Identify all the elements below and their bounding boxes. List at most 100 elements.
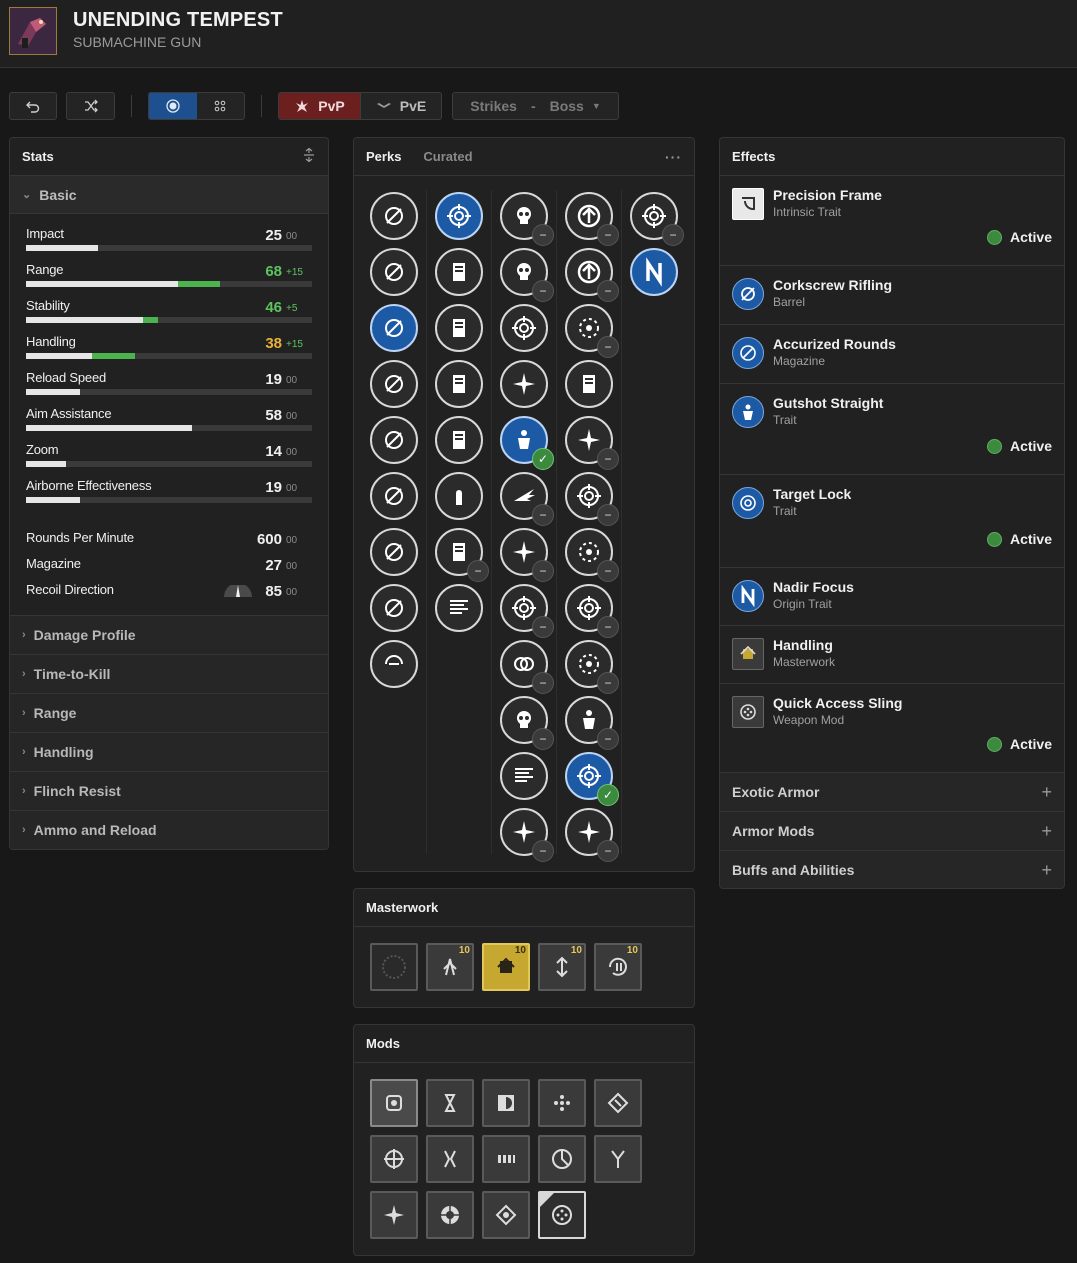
stat-sections: › Damage Profile › Time-to-Kill › Range › Handl… <box>10 615 328 849</box>
activity-dropdown[interactable]: Strikes - Boss ▼ <box>452 92 619 120</box>
stat-section-flinch-resist[interactable]: › Flinch Resist <box>10 771 328 810</box>
perk-option[interactable] <box>500 304 548 352</box>
effect-row-corkscrew-rifling: Corkscrew Rifling Barrel <box>720 265 1064 324</box>
perk-option[interactable] <box>565 360 613 408</box>
mod-slot[interactable] <box>482 1079 530 1127</box>
stat-section-damage-profile[interactable]: › Damage Profile <box>10 615 328 654</box>
view-grid-button[interactable] <box>197 93 244 119</box>
mod-slot[interactable] <box>482 1191 530 1239</box>
tab-curated[interactable]: Curated <box>423 149 472 164</box>
perks-panel: Perks Curated ··· − − − ✓ − − − − − − − − − − − − − − − ✓ − − <box>353 137 695 872</box>
stat-value: 14 <box>265 443 282 460</box>
mod-slot[interactable] <box>538 1135 586 1183</box>
mod-slot[interactable] <box>594 1135 642 1183</box>
perk-option[interactable] <box>370 584 418 632</box>
perk-option[interactable] <box>435 248 483 296</box>
pvp-button[interactable]: PvP <box>279 93 361 119</box>
mag-effect-icon <box>732 337 764 369</box>
perk-option[interactable] <box>370 416 418 464</box>
perk-option[interactable] <box>370 472 418 520</box>
masterwork-reload[interactable]: 10 <box>594 943 642 991</box>
perk-option[interactable] <box>630 248 678 296</box>
stat-section-ammo-and-reload[interactable]: › Ammo and Reload <box>10 810 328 849</box>
active-toggle[interactable]: Active <box>986 229 1052 245</box>
expander-buffs-and-abilities[interactable]: Buffs and Abilities + <box>720 850 1064 888</box>
perk-option[interactable] <box>435 304 483 352</box>
effect-type: Magazine <box>773 354 826 368</box>
perk-option[interactable] <box>370 360 418 408</box>
effect-name: Handling <box>773 637 833 653</box>
status-dot-icon <box>986 229 1002 245</box>
active-toggle[interactable]: Active <box>986 531 1052 547</box>
perk-option[interactable] <box>435 472 483 520</box>
expander-label: Armor Mods <box>732 823 815 839</box>
tier-label: 10 <box>514 945 526 956</box>
mod-slot[interactable] <box>426 1079 474 1127</box>
mod-slot[interactable] <box>426 1191 474 1239</box>
effect-name: Precision Frame <box>773 187 882 203</box>
minus-badge: − <box>597 672 619 694</box>
mod-slot[interactable] <box>538 1191 586 1239</box>
stability-masterwork-icon <box>556 956 568 978</box>
shuffle-icon <box>84 99 98 113</box>
mod-slot[interactable] <box>370 1079 418 1127</box>
perk-option[interactable] <box>435 360 483 408</box>
mod-slot[interactable] <box>482 1135 530 1183</box>
minus-badge: − <box>532 728 554 750</box>
expander-armor-mods[interactable]: Armor Mods + <box>720 811 1064 850</box>
mod-slot[interactable] <box>370 1135 418 1183</box>
perk-option[interactable] <box>500 752 548 800</box>
active-label: Active <box>1009 438 1052 454</box>
stat-value: 600 <box>256 531 282 548</box>
perk-option[interactable] <box>370 640 418 688</box>
stat-name: Handling <box>26 334 76 349</box>
mod-slot[interactable] <box>594 1079 642 1127</box>
stat-row: Handling 38 +15 <box>26 334 314 364</box>
expander-exotic-armor[interactable]: Exotic Armor + <box>720 772 1064 811</box>
stat-name: Reload Speed <box>26 370 106 385</box>
basic-section-toggle[interactable]: ⌄ Basic <box>10 176 328 214</box>
pve-button[interactable]: PvE <box>361 93 441 119</box>
mod-slot[interactable] <box>370 1191 418 1239</box>
effect-name: Nadir Focus <box>773 579 854 595</box>
randomize-button[interactable] <box>66 92 115 120</box>
sort-icon[interactable] <box>302 147 316 165</box>
bullet-perk-icon <box>456 490 462 505</box>
perk-option[interactable] <box>370 528 418 576</box>
more-options-icon[interactable]: ··· <box>665 149 682 165</box>
section-label: Flinch Resist <box>33 783 121 799</box>
stat-name: Airborne Effectiveness <box>26 478 152 493</box>
perk-option[interactable] <box>370 248 418 296</box>
masterwork-range[interactable]: 10 <box>426 943 474 991</box>
difficulty-label: Boss <box>549 98 584 114</box>
masterwork-empty[interactable] <box>370 943 418 991</box>
masterwork-handling[interactable]: 10 <box>482 943 530 991</box>
stat-section-range[interactable]: › Range <box>10 693 328 732</box>
perk-option[interactable] <box>435 584 483 632</box>
mod-slot[interactable] <box>426 1135 474 1183</box>
tab-perks[interactable]: Perks <box>366 149 401 164</box>
view-toggle <box>148 92 245 120</box>
mag-perk-icon <box>583 375 595 393</box>
effect-row-target-lock: Target Lock Trait Active <box>720 474 1064 567</box>
mod-slot[interactable] <box>538 1079 586 1127</box>
toolbar-divider <box>131 95 132 117</box>
stat-section-time-to-kill[interactable]: › Time-to-Kill <box>10 654 328 693</box>
mods-header: Mods <box>354 1025 694 1063</box>
active-toggle[interactable]: Active <box>986 438 1052 454</box>
perk-option[interactable] <box>435 192 483 240</box>
activity-separator: - <box>530 98 536 114</box>
expander-label: Exotic Armor <box>732 784 820 800</box>
perk-option[interactable] <box>370 304 418 352</box>
perk-option[interactable] <box>435 416 483 464</box>
perk-option[interactable] <box>370 192 418 240</box>
undo-button[interactable] <box>9 92 57 120</box>
masterwork-stability[interactable]: 10 <box>538 943 586 991</box>
active-toggle[interactable]: Active <box>986 736 1052 752</box>
perk-option[interactable] <box>500 360 548 408</box>
stat-section-handling[interactable]: › Handling <box>10 732 328 771</box>
effects-title: Effects <box>732 149 776 164</box>
view-single-button[interactable] <box>149 93 197 119</box>
chevron-down-icon: ▼ <box>591 101 601 111</box>
minus-badge: − <box>532 504 554 526</box>
